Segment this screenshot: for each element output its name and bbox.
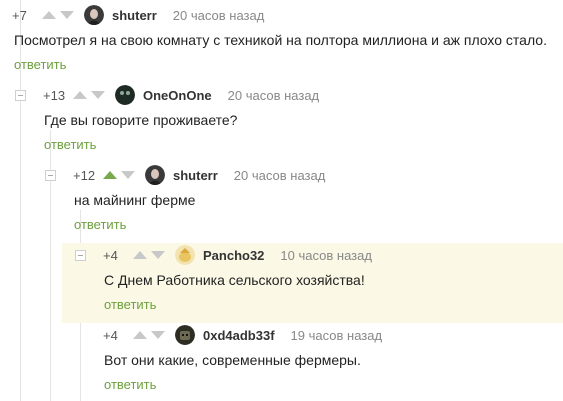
upvote-icon[interactable]: [73, 91, 87, 99]
author-name[interactable]: OneOnOne: [143, 88, 212, 103]
downvote-icon[interactable]: [151, 251, 165, 259]
upvote-icon[interactable]: [42, 11, 56, 19]
author-name[interactable]: 0xd4adb33f: [203, 328, 275, 343]
reply-link[interactable]: ответить: [44, 137, 96, 152]
comment-time: 20 часов назад: [233, 167, 326, 183]
avatar[interactable]: [175, 325, 195, 345]
avatar[interactable]: [175, 245, 195, 265]
comment-rating: +4: [103, 327, 118, 343]
reply-link[interactable]: ответить: [14, 57, 66, 72]
comment-rating: +12: [73, 167, 96, 183]
collapse-thread-button[interactable]: [45, 170, 56, 181]
downvote-icon[interactable]: [121, 171, 135, 179]
collapse-thread-button[interactable]: [75, 250, 86, 261]
downvote-icon[interactable]: [151, 331, 165, 339]
downvote-icon[interactable]: [91, 91, 105, 99]
avatar[interactable]: [115, 85, 135, 105]
comment-time: 20 часов назад: [227, 87, 320, 103]
author-name[interactable]: shuterr: [173, 168, 218, 183]
avatar[interactable]: [84, 5, 104, 25]
comment-time: 20 часов назад: [172, 7, 265, 23]
avatar[interactable]: [145, 165, 165, 185]
reply-link[interactable]: ответить: [74, 217, 126, 232]
comment-text: на майнинг ферме: [74, 192, 196, 208]
reply-link[interactable]: ответить: [104, 377, 156, 392]
comment-text: Посмотрел я на свою комнату с техникой н…: [14, 32, 547, 48]
author-name[interactable]: shuterr: [112, 8, 157, 23]
comment-time: 19 часов назад: [290, 327, 383, 343]
comment-text: Где вы говорите проживаете?: [44, 112, 238, 128]
downvote-icon[interactable]: [60, 11, 74, 19]
comment-rating: +7: [12, 7, 27, 23]
collapse-thread-button[interactable]: [15, 90, 26, 101]
reply-link[interactable]: ответить: [104, 297, 156, 312]
comment-text: Вот они какие, современные фермеры.: [104, 352, 361, 368]
comment-rating: +4: [103, 247, 118, 263]
author-name[interactable]: Pancho32: [203, 248, 264, 263]
upvote-icon[interactable]: [133, 251, 147, 259]
comment-time: 10 часов назад: [280, 247, 372, 263]
upvote-icon[interactable]: [103, 171, 117, 179]
comment-text: С Днем Работника сельского хозяйства!: [104, 272, 365, 288]
upvote-icon[interactable]: [133, 331, 147, 339]
comment-rating: +13: [43, 87, 66, 103]
